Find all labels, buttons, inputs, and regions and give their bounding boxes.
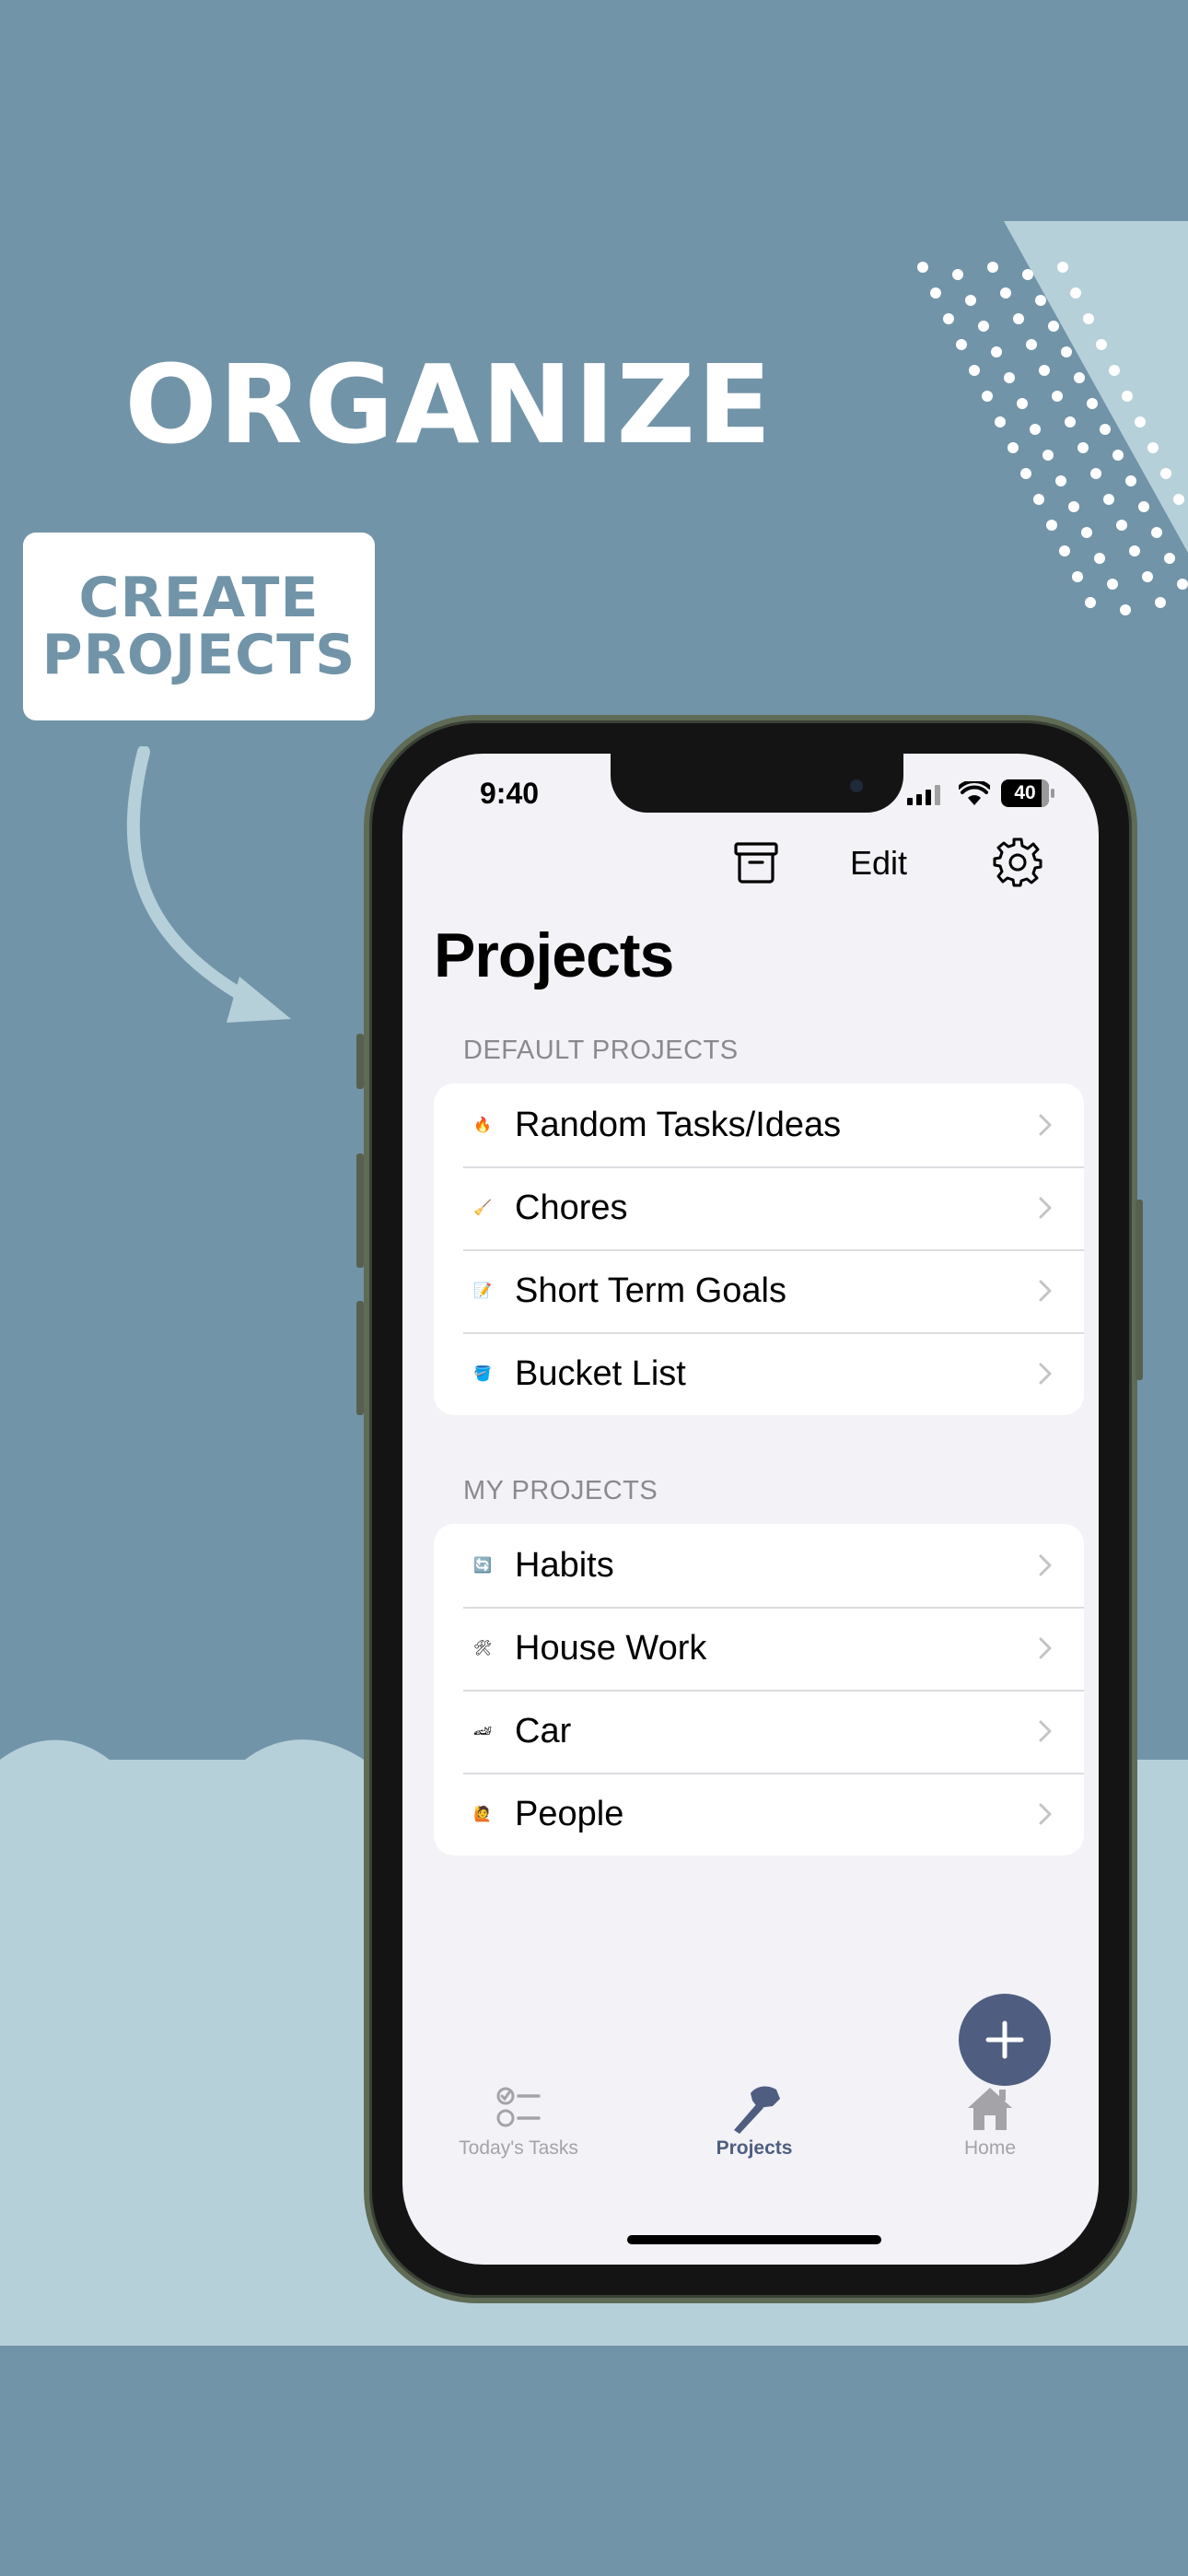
fire-icon: 🔥 — [473, 1118, 492, 1133]
chevron-right-icon — [1039, 1637, 1052, 1659]
project-row-short-term-goals[interactable]: 📝 Short Term Goals — [434, 1249, 1084, 1332]
wifi-icon — [959, 781, 990, 805]
project-label: Short Term Goals — [515, 1270, 786, 1310]
section-header-default: DEFAULT PROJECTS — [463, 1036, 739, 1065]
section-header-my: MY PROJECTS — [463, 1476, 658, 1505]
edit-button[interactable]: Edit — [850, 844, 907, 883]
chevron-right-icon — [1039, 1554, 1052, 1576]
tab-label: Today's Tasks — [459, 2137, 578, 2159]
project-label: Bucket List — [515, 1353, 686, 1393]
project-row-random-tasks[interactable]: 🔥 Random Tasks/Ideas — [434, 1083, 1084, 1166]
project-row-car[interactable]: 🏎 Car — [434, 1690, 1084, 1773]
plus-icon — [985, 2020, 1024, 2059]
project-row-bucket-list[interactable]: 🪣 Bucket List — [434, 1332, 1084, 1415]
project-label: People — [515, 1794, 624, 1833]
broom-icon: 🧹 — [473, 1200, 492, 1216]
tab-label: Home — [963, 2137, 1017, 2159]
repeat-icon: 🔄 — [473, 1558, 492, 1574]
project-row-chores[interactable]: 🧹 Chores — [434, 1166, 1084, 1249]
project-row-habits[interactable]: 🔄 Habits — [434, 1524, 1084, 1607]
project-row-house-work[interactable]: 🛠 House Work — [434, 1607, 1084, 1690]
volume-down-button — [356, 1301, 364, 1415]
project-label: Car — [515, 1711, 572, 1751]
chevron-right-icon — [1039, 1803, 1052, 1825]
decorative-triangle — [917, 221, 1188, 615]
badge-line-1: CREATE — [78, 566, 320, 630]
person-raising-hand-icon: 🙋 — [473, 1807, 492, 1822]
tab-projects[interactable]: Projects — [662, 2080, 846, 2160]
project-row-people[interactable]: 🙋 People — [434, 1773, 1084, 1856]
project-label: Habits — [515, 1545, 614, 1585]
chevron-right-icon — [1039, 1720, 1052, 1742]
home-indicator — [627, 2235, 881, 2244]
tab-home[interactable]: Home — [898, 2080, 1082, 2160]
chevron-right-icon — [1039, 1280, 1052, 1302]
project-label: Chores — [515, 1188, 628, 1227]
gear-icon[interactable] — [992, 837, 1043, 888]
house-icon — [968, 2088, 1012, 2130]
badge-line-2: PROJECTS — [41, 623, 356, 687]
mute-switch — [356, 1034, 364, 1089]
battery-icon: 40 — [1001, 779, 1054, 807]
battery-level: 40 — [1014, 782, 1036, 803]
promo-headline: ORGANIZE — [124, 341, 774, 468]
power-button — [1136, 1200, 1143, 1380]
page-title: Projects — [434, 920, 674, 990]
race-car-icon: 🏎 — [472, 1724, 493, 1739]
bucket-icon: 🪣 — [473, 1366, 492, 1382]
my-projects-list: 🔄 Habits 🛠 House Work 🏎 Car 🙋 People — [434, 1524, 1084, 1856]
phone-frame: 9:40 40 Edit Projects DEFAULT PROJECTS 🔥… — [356, 715, 1143, 2303]
chevron-right-icon — [1039, 1114, 1052, 1136]
front-camera — [850, 779, 863, 792]
tab-label: Projects — [716, 2137, 793, 2159]
cellular-signal-icon — [907, 785, 940, 805]
volume-up-button — [356, 1153, 364, 1268]
status-time: 9:40 — [480, 777, 540, 810]
tab-todays-tasks[interactable]: Today's Tasks — [426, 2080, 611, 2160]
add-project-button[interactable] — [959, 1994, 1051, 2086]
curved-arrow-icon — [126, 746, 291, 1023]
project-label: Random Tasks/Ideas — [515, 1105, 842, 1144]
chevron-right-icon — [1039, 1197, 1052, 1219]
hammer-icon — [734, 2086, 780, 2134]
create-projects-badge: CREATE PROJECTS — [23, 533, 375, 720]
phone-screen: 9:40 40 Edit Projects DEFAULT PROJECTS 🔥… — [402, 754, 1099, 2265]
archive-box-icon[interactable] — [732, 838, 780, 886]
tools-icon: 🛠 — [472, 1641, 493, 1657]
chevron-right-icon — [1039, 1363, 1052, 1385]
checklist-icon — [496, 2087, 541, 2127]
project-label: House Work — [515, 1628, 707, 1668]
notch — [611, 754, 903, 813]
default-projects-list: 🔥 Random Tasks/Ideas 🧹 Chores 📝 Short Te… — [434, 1083, 1084, 1415]
memo-icon: 📝 — [473, 1283, 492, 1299]
